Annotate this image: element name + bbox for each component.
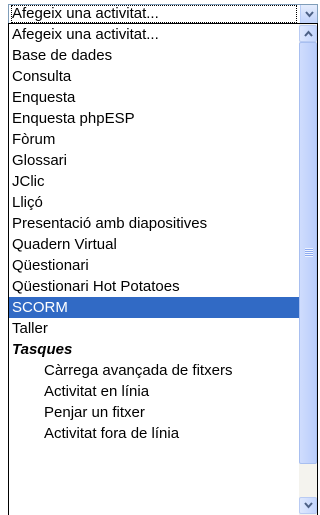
option-item[interactable]: Afegeix una activitat...: [9, 24, 299, 45]
activity-select-value: Afegeix una activitat...: [11, 5, 297, 23]
scroll-up-button[interactable]: [299, 25, 317, 42]
option-item[interactable]: Càrrega avançada de fitxers: [9, 360, 299, 381]
option-item[interactable]: Presentació amb diapositives: [9, 213, 299, 234]
grip-icon: [305, 248, 313, 257]
option-item[interactable]: Taller: [9, 318, 299, 339]
activity-select-button[interactable]: [300, 5, 317, 23]
option-group-label: Tasques: [12, 341, 73, 358]
option-item[interactable]: Lliçó: [9, 192, 299, 213]
option-item[interactable]: JClic: [9, 171, 299, 192]
option-item[interactable]: SCORM: [9, 297, 299, 318]
scroll-down-button[interactable]: [299, 497, 317, 514]
option-item[interactable]: Quadern Virtual: [9, 234, 299, 255]
chevron-down-icon: [304, 10, 314, 18]
option-item[interactable]: Base de dades: [9, 45, 299, 66]
scrollbar[interactable]: [299, 24, 317, 515]
activity-dropdown-list: Afegeix una activitat... Base de dades Con…: [8, 23, 318, 515]
option-item[interactable]: Fòrum: [9, 129, 299, 150]
chevron-up-icon: [303, 30, 313, 37]
option-item[interactable]: Enquesta phpESP: [9, 108, 299, 129]
option-item[interactable]: Penjar un fitxer: [9, 402, 299, 423]
scrollbar-thumb[interactable]: [299, 42, 317, 464]
option-item[interactable]: Activitat fora de línia: [9, 423, 299, 444]
activity-select[interactable]: Afegeix una activitat...: [8, 4, 318, 24]
option-item[interactable]: Activitat en línia: [9, 381, 299, 402]
option-item[interactable]: Qüestionari: [9, 255, 299, 276]
option-item[interactable]: Glossari: [9, 150, 299, 171]
option-item[interactable]: Qüestionari Hot Potatoes: [9, 276, 299, 297]
option-list: Afegeix una activitat... Base de dades Con…: [9, 24, 299, 515]
chevron-down-icon: [303, 502, 313, 509]
option-item[interactable]: Enquesta: [9, 87, 299, 108]
option-item[interactable]: Consulta: [9, 66, 299, 87]
